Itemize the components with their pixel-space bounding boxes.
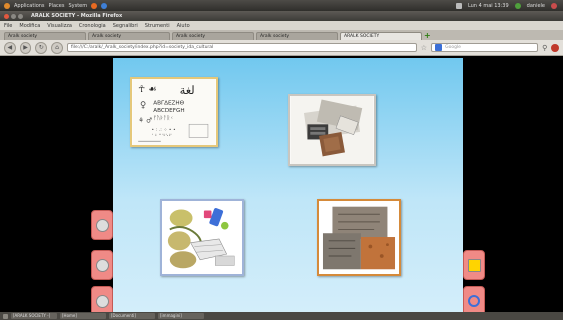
back-arrow-icon[interactable]: ◀ [4, 41, 16, 54]
url-bar[interactable]: file:///C:/aralk/_Aralk_society/index.ph… [66, 43, 417, 52]
minimize-window-button[interactable] [11, 13, 16, 19]
typewriter-documents-card[interactable] [288, 94, 376, 166]
disc-icon [95, 294, 109, 308]
svg-text:ΑΒΓΔΕΖΗΘ: ΑΒΓΔΕΖΗΘ [153, 100, 184, 106]
bookmark-star-icon[interactable]: ☆ [421, 44, 427, 52]
search-magnifier-icon[interactable]: ⚲ [542, 44, 547, 52]
system-menu[interactable]: System [68, 3, 87, 9]
navigation-bar: ◀ ▶ ↻ ⌂ file:///C:/aralk/_Aralk_society/… [0, 40, 563, 56]
menu-bookmarks[interactable]: Segnalibri [113, 23, 138, 29]
forward-arrow-icon[interactable]: ▶ [19, 41, 32, 54]
network-icon[interactable] [455, 2, 462, 9]
home-icon[interactable]: ⌂ [51, 41, 63, 54]
science-collage-card[interactable] [160, 199, 244, 276]
taskbar-item-2[interactable]: [Home] [60, 313, 106, 319]
menu-bar: File Modifica Visualizza Cronologia Segn… [0, 21, 563, 30]
svg-text:♀: ♀ [140, 99, 146, 109]
applications-menu[interactable]: Applications [14, 3, 45, 9]
left-side-button-1[interactable] [91, 210, 113, 240]
svg-text:ABCDEFGH: ABCDEFGH [153, 108, 184, 114]
search-bar[interactable]: Google [431, 43, 539, 52]
clock[interactable]: Lun 4 mai 13:39 [468, 3, 509, 9]
right-side-button-1[interactable] [463, 250, 485, 280]
svg-text:ᚠᚢᚦᚨᚱᚲ: ᚠᚢᚦᚨᚱᚲ [153, 115, 173, 122]
bottom-taskbar: [ARALK SOCIETY -] [Home] [Documenti] [im… [0, 312, 563, 320]
firefox-launcher-icon[interactable] [91, 2, 98, 9]
ubuntu-logo-icon[interactable] [4, 2, 10, 9]
taskbar-item-3[interactable]: [Documenti] [109, 313, 155, 319]
menu-file[interactable]: File [4, 23, 12, 29]
tab-2[interactable]: Aralk society [88, 32, 170, 40]
user-status-icon[interactable] [514, 2, 521, 9]
menu-history[interactable]: Cronologia [79, 23, 106, 29]
tab-1[interactable]: Aralk society [4, 32, 86, 40]
reload-icon[interactable]: ↻ [35, 41, 48, 54]
svg-text:• : .: ⁘ • •: • : .: ⁘ • • [151, 128, 176, 133]
menu-view[interactable]: Visualizza [47, 23, 72, 29]
dice-icon [467, 258, 481, 272]
typewriter-documents-image [290, 96, 374, 164]
menu-edit[interactable]: Modifica [19, 23, 40, 29]
search-placeholder: Google [445, 45, 461, 50]
tab-bar: Aralk society Aralk society Aralk societ… [0, 30, 563, 40]
globe-icon [95, 218, 109, 232]
writing-symbols-card[interactable]: ☥ ☙ لغة ΑΒΓΔΕΖΗΘ ABCDEFGH ᚠᚢᚦᚨᚱᚲ ♀ ⚘ ♂ •… [130, 77, 218, 147]
close-window-button[interactable] [4, 13, 9, 19]
circle-icon [468, 295, 480, 307]
tab-3[interactable]: Aralk society [172, 32, 254, 40]
user-name[interactable]: daniele [527, 3, 545, 9]
taskbar-item-1[interactable]: [ARALK SOCIETY -] [11, 313, 57, 319]
stone-tablets-image [319, 201, 399, 274]
new-tab-plus-icon[interactable]: + [424, 32, 432, 40]
writing-symbols-image: ☥ ☙ لغة ΑΒΓΔΕΖΗΘ ABCDEFGH ᚠᚢᚦᚨᚱᚲ ♀ ⚘ ♂ •… [132, 79, 216, 145]
url-text: file:///C:/aralk/_Aralk_society/index.ph… [70, 45, 214, 50]
svg-text:☥ ☙: ☥ ☙ [138, 84, 156, 95]
stone-tablets-card[interactable] [317, 199, 401, 276]
power-icon[interactable] [551, 2, 557, 9]
places-menu[interactable]: Places [49, 3, 65, 9]
svg-text:⚘ ♂: ⚘ ♂ [138, 116, 152, 124]
svg-text:لغة: لغة [180, 84, 195, 97]
adblock-icon[interactable] [551, 43, 559, 52]
menu-help[interactable]: Aiuto [177, 23, 190, 29]
window-title: ARALK SOCIETY - Mozilla Firefox [31, 13, 123, 19]
menu-tools[interactable]: Strumenti [145, 23, 170, 29]
show-desktop-icon[interactable] [3, 313, 8, 319]
maximize-window-button[interactable] [18, 13, 23, 19]
science-collage-image [162, 201, 242, 274]
help-launcher-icon[interactable] [101, 2, 108, 9]
window-titlebar: ARALK SOCIETY - Mozilla Firefox [0, 11, 563, 21]
page-content: ☥ ☙ لغة ΑΒΓΔΕΖΗΘ ABCDEFGH ᚠᚢᚦᚨᚱᚲ ♀ ⚘ ♂ •… [0, 56, 563, 316]
svg-text:⠁⠃⠉⠙⠑⠋: ⠁⠃⠉⠙⠑⠋ [151, 133, 172, 139]
google-search-engine-icon[interactable] [435, 44, 443, 51]
center-panel: ☥ ☙ لغة ΑΒΓΔΕΖΗΘ ABCDEFGH ᚠᚢᚦᚨᚱᚲ ♀ ⚘ ♂ •… [113, 58, 463, 316]
tab-4[interactable]: Aralk society [256, 32, 338, 40]
tab-active[interactable]: ARALK SOCIETY [340, 32, 422, 40]
taskbar-item-4[interactable]: [immagini] [158, 313, 204, 319]
ear-icon [95, 258, 109, 272]
left-side-button-2[interactable] [91, 250, 113, 280]
system-panel: Applications Places System Lun 4 mai 13:… [0, 0, 563, 11]
